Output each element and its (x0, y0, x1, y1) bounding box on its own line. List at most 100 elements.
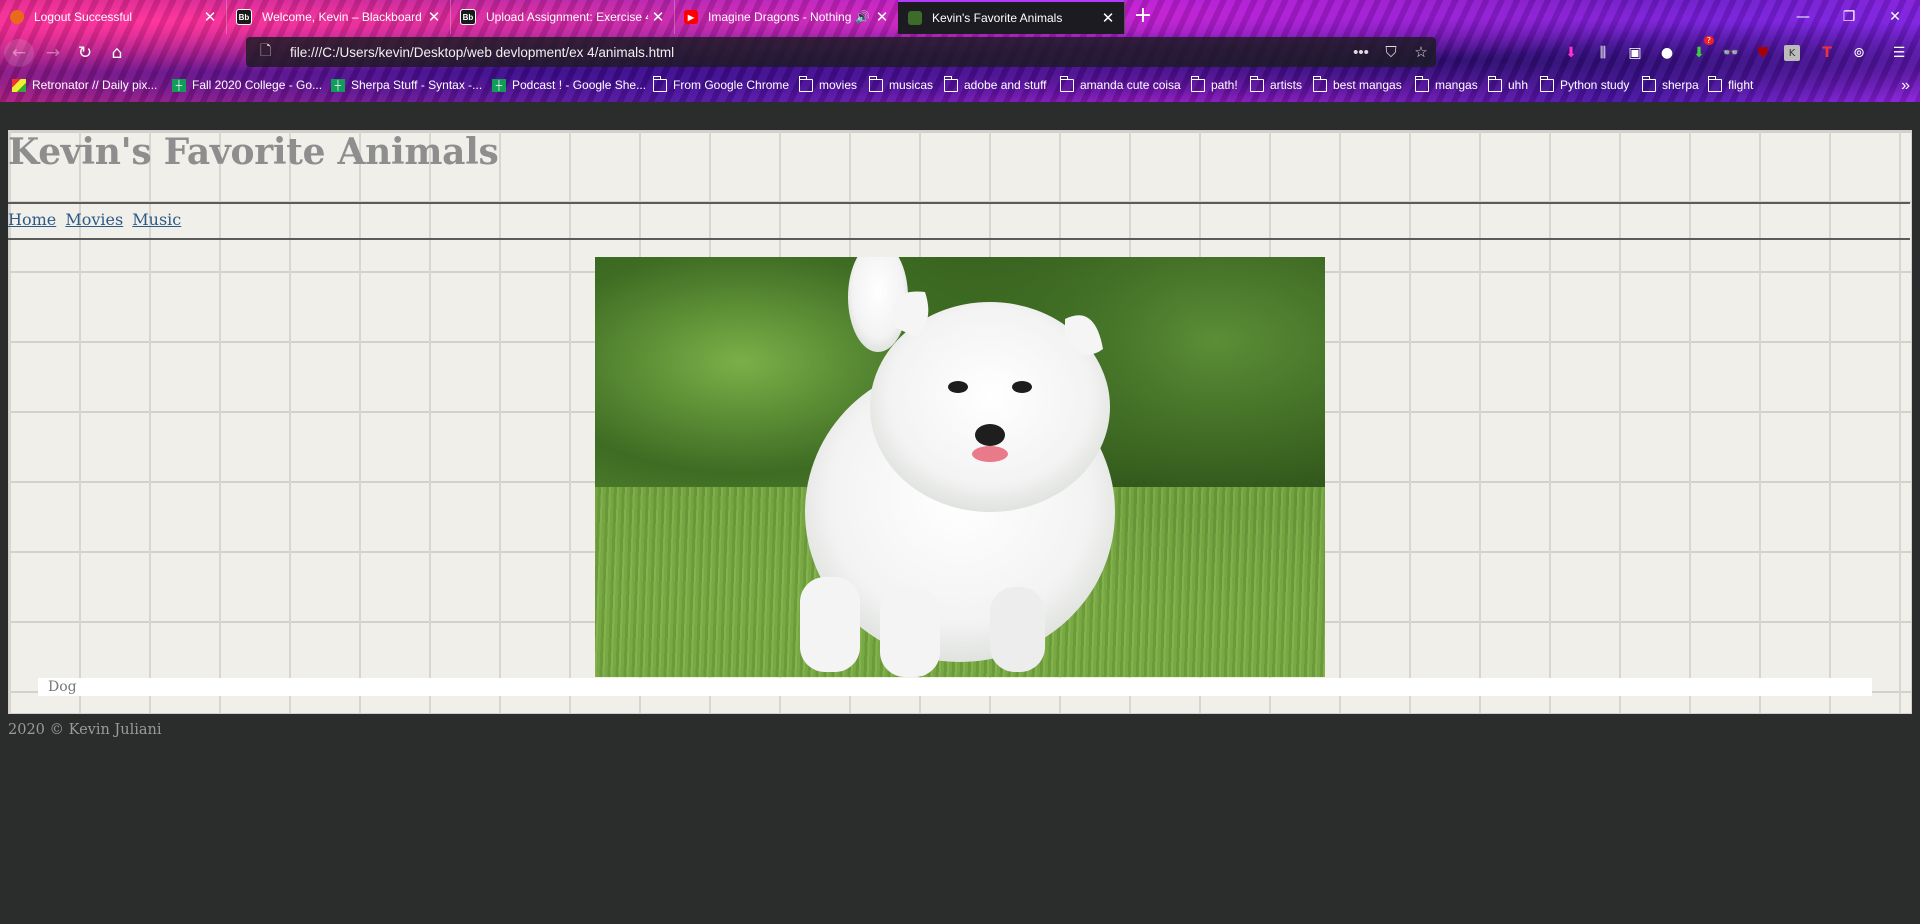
close-window-button[interactable]: ✕ (1872, 0, 1918, 34)
bookmark-folder[interactable]: artists (1249, 75, 1303, 92)
bookmark-folder[interactable]: amanda cute coisa (1059, 75, 1181, 92)
restore-button[interactable]: ❐ (1826, 0, 1872, 34)
bookmark-folder[interactable]: movies (798, 75, 858, 92)
google-sheets-icon: ┼ (331, 78, 345, 92)
bookmark-label: musicas (889, 78, 934, 92)
bookmark-folder[interactable]: uhh (1487, 75, 1528, 92)
page-footer: 2020 © Kevin Juliani (8, 722, 162, 738)
close-tab-icon[interactable]: ✕ (424, 8, 444, 26)
navigation-toolbar: ← → ↻ ⌂ 🗋 file:///C:/Users/kevin/Desktop… (0, 34, 1920, 72)
nav-link-home[interactable]: Home (8, 210, 56, 229)
folder-icon (1641, 75, 1656, 92)
tab-title: Upload Assignment: Exercise 4 (486, 10, 648, 24)
ublock-icon[interactable]: ⛊ (1752, 42, 1774, 64)
folder-icon (1487, 75, 1502, 92)
folder-icon (868, 75, 883, 92)
bookmark-folder[interactable]: adobe and stuff (943, 75, 1047, 92)
extension-glasses-icon[interactable]: 👓 (1720, 42, 1742, 64)
tab-logout[interactable]: Logout Successful ✕ (0, 0, 227, 34)
puppy-illustration (800, 257, 1115, 677)
bookmark-star-icon[interactable]: ☆ (1406, 43, 1436, 61)
nav-link-music[interactable]: Music (132, 210, 181, 229)
tab-upload-assignment[interactable]: Bb Upload Assignment: Exercise 4 ✕ (450, 0, 675, 34)
browser-chrome: Logout Successful ✕ Bb Welcome, Kevin – … (0, 0, 1920, 102)
menu-hamburger-icon[interactable]: ☰ (1888, 42, 1910, 64)
extension-t-icon[interactable]: T (1816, 42, 1838, 64)
bookmark-label: movies (819, 78, 858, 92)
tab-strip: Logout Successful ✕ Bb Welcome, Kevin – … (0, 0, 1920, 34)
url-text[interactable]: file:///C:/Users/kevin/Desktop/web devlo… (290, 45, 1346, 60)
nav-top-divider (8, 202, 1910, 204)
bookmarks-overflow-chevron-icon[interactable]: » (1901, 77, 1910, 95)
page-actions-icon[interactable]: ••• (1346, 44, 1376, 61)
page-favicon-icon (908, 11, 922, 25)
nav-link-movies[interactable]: Movies (65, 210, 123, 229)
bookmark-folder[interactable]: Python study (1539, 75, 1629, 92)
downloads-icon[interactable]: ⬇ (1560, 42, 1582, 64)
tab-blackboard-welcome[interactable]: Bb Welcome, Kevin – Blackboard ✕ (226, 0, 451, 34)
address-bar[interactable]: 🗋 file:///C:/Users/kevin/Desktop/web dev… (246, 37, 1436, 67)
new-tab-button[interactable]: + (1130, 4, 1156, 30)
bookmark-item[interactable]: Retronator // Daily pix... (12, 78, 157, 92)
extension-glasses-outline-icon[interactable]: ⊚ (1848, 42, 1870, 64)
youtube-favicon-icon: ▶ (684, 10, 698, 24)
firefox-favicon-icon (10, 10, 24, 24)
bookmark-folder[interactable]: mangas (1414, 75, 1478, 92)
bookmark-folder[interactable]: flight (1707, 75, 1754, 92)
bookmark-label: amanda cute coisa (1080, 78, 1181, 92)
download-extension-icon[interactable]: ⬇? (1688, 36, 1714, 64)
close-tab-icon[interactable]: ✕ (1098, 9, 1118, 27)
blackboard-favicon-icon: Bb (236, 9, 252, 25)
bookmark-label: Retronator // Daily pix... (32, 78, 158, 92)
tab-kevins-favorite-animals[interactable]: Kevin's Favorite Animals ✕ (898, 0, 1125, 34)
bookmark-label: Fall 2020 College - Go... (192, 78, 323, 92)
extension-k-icon[interactable]: K (1784, 45, 1800, 61)
dog-photo (595, 257, 1325, 677)
folder-icon (1414, 75, 1429, 92)
bookmark-label: adobe and stuff (964, 78, 1047, 92)
bookmark-folder[interactable]: From Google Chrome (652, 75, 789, 92)
tab-youtube-imagine-dragons[interactable]: ▶ Imagine Dragons - Nothing 🔊 ✕ (674, 0, 899, 34)
speaker-icon[interactable]: 🔊 (855, 10, 870, 24)
tab-title: Welcome, Kevin – Blackboard (262, 10, 422, 24)
minimize-button[interactable]: — (1780, 0, 1826, 34)
bookmark-folder[interactable]: best mangas (1312, 75, 1402, 92)
close-tab-icon[interactable]: ✕ (200, 8, 220, 26)
tab-title: Logout Successful (34, 10, 133, 24)
bookmark-label: sherpa (1662, 78, 1699, 92)
bookmark-label: best mangas (1333, 78, 1402, 92)
bookmark-label: Sherpa Stuff - Syntax -... (351, 78, 483, 92)
pocket-icon[interactable]: ⛉ (1376, 44, 1406, 61)
bookmark-label: artists (1270, 78, 1303, 92)
bookmark-item[interactable]: ┼ Fall 2020 College - Go... (172, 78, 322, 92)
bookmark-item[interactable]: ┼ Sherpa Stuff - Syntax -... (331, 78, 482, 92)
google-sheets-icon: ┼ (492, 78, 506, 92)
reload-button[interactable]: ↻ (70, 39, 100, 67)
bookmark-folder[interactable]: sherpa (1641, 75, 1699, 92)
folder-icon (1249, 75, 1264, 92)
library-icon[interactable]: ⫼ (1592, 42, 1614, 64)
home-button[interactable]: ⌂ (102, 39, 132, 67)
sidebar-icon[interactable]: ▣ (1624, 42, 1646, 64)
close-tab-icon[interactable]: ✕ (872, 8, 892, 26)
bookmark-label: flight (1728, 78, 1754, 92)
site-nav: Home Movies Music (8, 210, 185, 229)
forward-button[interactable]: → (38, 39, 68, 67)
bookmark-label: Podcast ! - Google She... (512, 78, 647, 92)
tab-title: Imagine Dragons - Nothing (708, 10, 852, 24)
page-viewport: Kevin's Favorite Animals Home Movies Mus… (0, 102, 1920, 924)
nav-bottom-divider (8, 238, 1910, 240)
bookmark-folder[interactable]: path! (1190, 75, 1238, 92)
tab-title: Kevin's Favorite Animals (932, 11, 1063, 25)
back-button[interactable]: ← (4, 39, 34, 67)
close-tab-icon[interactable]: ✕ (648, 8, 668, 26)
folder-icon (943, 75, 958, 92)
google-sheets-icon: ┼ (172, 78, 186, 92)
page-icon: 🗋 (260, 42, 272, 58)
bookmark-item[interactable]: ┼ Podcast ! - Google She... (492, 78, 646, 92)
folder-icon (798, 75, 813, 92)
bookmarks-toolbar: Retronator // Daily pix... ┼ Fall 2020 C… (0, 72, 1920, 102)
account-icon[interactable]: ● (1656, 42, 1678, 64)
bookmark-label: path! (1211, 78, 1238, 92)
bookmark-folder[interactable]: musicas (868, 75, 934, 92)
